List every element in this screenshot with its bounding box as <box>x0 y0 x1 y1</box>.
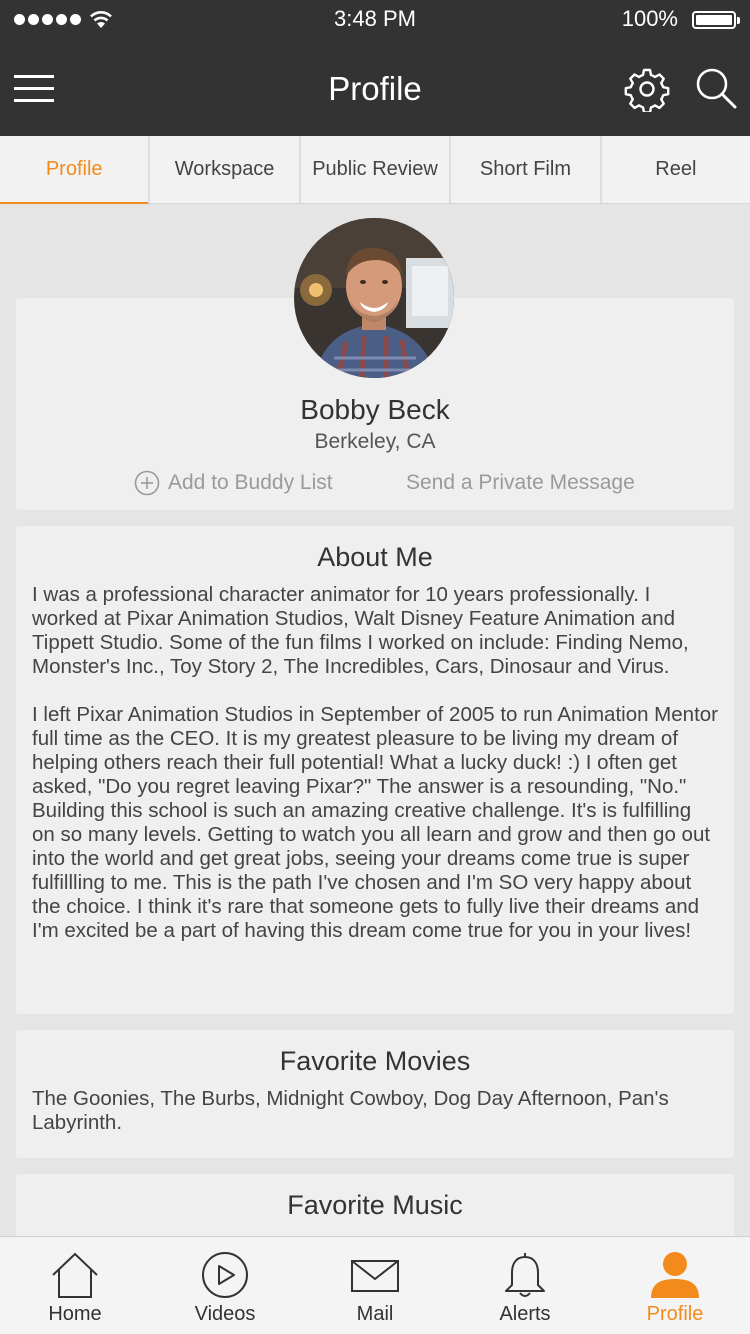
tab-workspace[interactable]: Workspace <box>150 136 301 203</box>
about-me-paragraph: I left Pixar Animation Studios in Septem… <box>32 703 718 942</box>
tabbar-item-profile[interactable]: Profile <box>600 1237 750 1334</box>
tab-short-film[interactable]: Short Film <box>451 136 602 203</box>
status-bar: 3:48 PM 100% <box>0 0 750 40</box>
search-icon[interactable] <box>694 66 738 110</box>
battery-icon <box>692 11 740 29</box>
app-header: 3:48 PM 100% Profile <box>0 0 750 136</box>
profile-tabs: Profile Workspace Public Review Short Fi… <box>0 136 750 204</box>
tabbar-item-alerts[interactable]: Alerts <box>450 1237 600 1334</box>
about-me-card: About Me I was a professional character … <box>16 526 734 1014</box>
bell-icon <box>505 1253 545 1297</box>
play-icon <box>202 1252 248 1298</box>
favorite-music-title: Favorite Music <box>287 1190 463 1220</box>
tab-profile[interactable]: Profile <box>0 136 151 204</box>
tabbar-item-home[interactable]: Home <box>0 1237 150 1334</box>
tabbar-label: Mail <box>356 1303 394 1325</box>
tabbar-item-mail[interactable]: Mail <box>300 1237 450 1334</box>
battery-percentage: 100% <box>621 6 678 31</box>
tabbar-label: Videos <box>194 1303 256 1325</box>
tab-reel[interactable]: Reel <box>602 136 750 203</box>
home-icon <box>52 1252 98 1298</box>
add-to-buddy-list-button[interactable]: Add to Buddy List <box>134 468 333 498</box>
avatar[interactable] <box>294 218 454 378</box>
tabbar-label: Profile <box>646 1303 704 1325</box>
about-me-text: I was a professional character animator … <box>16 583 734 943</box>
favorite-movies-card: Favorite Movies The Goonies, The Burbs, … <box>16 1030 734 1158</box>
gear-icon[interactable] <box>624 66 670 112</box>
tabbar-item-videos[interactable]: Videos <box>150 1237 300 1334</box>
profile-name: Bobby Beck <box>300 394 450 425</box>
favorite-movies-title: Favorite Movies <box>279 1046 471 1076</box>
profile-location: Berkeley, CA <box>314 430 436 453</box>
person-icon <box>651 1252 699 1298</box>
bottom-tab-bar: Home Videos Mail Alerts Profile <box>0 1236 750 1334</box>
tab-public-review[interactable]: Public Review <box>301 136 452 203</box>
tabbar-label: Alerts <box>499 1303 551 1325</box>
add-to-buddy-list-label: Add to Buddy List <box>168 471 333 494</box>
send-private-message-button[interactable]: Send a Private Message <box>406 468 635 498</box>
favorite-movies-text: The Goonies, The Burbs, Midnight Cowboy,… <box>32 1087 669 1134</box>
add-circle-icon <box>134 470 160 496</box>
mail-icon <box>351 1260 399 1292</box>
about-me-title: About Me <box>317 542 433 572</box>
tabbar-label: Home <box>48 1303 102 1325</box>
about-me-paragraph: I was a professional character animator … <box>32 583 689 678</box>
